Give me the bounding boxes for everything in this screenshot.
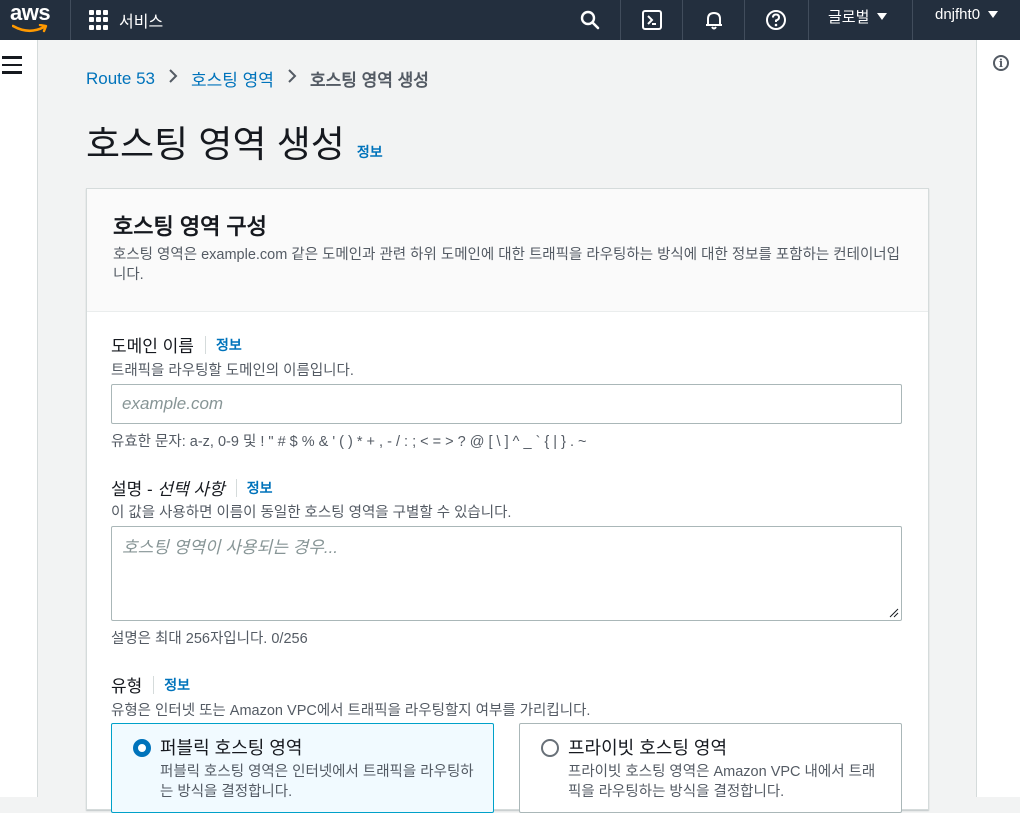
private-hosted-zone-description: 프라이빗 호스팅 영역은 Amazon VPC 내에서 트래픽을 라우팅하는 방… xyxy=(568,764,876,800)
page-title-text: 호스팅 영역 생성 xyxy=(86,124,345,165)
type-info-link[interactable]: 정보 xyxy=(164,675,190,695)
page-info-link[interactable]: 정보 xyxy=(357,142,383,162)
description-info-link[interactable]: 정보 xyxy=(247,478,273,498)
panel-title: 호스팅 영역 구성 xyxy=(113,214,267,239)
caret-down-icon xyxy=(877,13,888,20)
domain-name-info-link[interactable]: 정보 xyxy=(216,335,242,355)
topbar-separator xyxy=(808,0,809,40)
public-hosted-zone-description: 퍼블릭 호스팅 영역은 인터넷에서 트래픽을 라우팅하는 방식을 결정합니다. xyxy=(160,764,474,800)
notifications-button[interactable] xyxy=(698,4,730,36)
description-optional-label: 선택 사항 xyxy=(157,480,225,499)
page-title: 호스팅 영역 생성 정보 xyxy=(86,114,383,168)
username-label: dnjfht0 xyxy=(935,6,981,23)
topbar-separator xyxy=(912,0,913,40)
private-hosted-zone-title: 프라이빗 호스팅 영역 xyxy=(568,738,728,758)
panel-header: 호스팅 영역 구성 호스팅 영역은 example.com 같은 도메인과 관련… xyxy=(87,189,928,312)
type-description: 유형은 인터넷 또는 Amazon VPC에서 트래픽을 라우팅할지 여부를 가… xyxy=(111,703,591,719)
breadcrumb-hosted-zones[interactable]: 호스팅 영역 xyxy=(191,66,274,91)
services-label: 서비스 xyxy=(119,14,164,31)
resize-handle-icon[interactable] xyxy=(889,608,899,618)
domain-name-label: 도메인 이름 xyxy=(111,337,194,356)
label-divider xyxy=(235,478,237,497)
aws-logo[interactable]: aws xyxy=(6,0,51,36)
aws-logo-text: aws xyxy=(10,0,51,25)
help-button[interactable] xyxy=(760,4,792,36)
left-navigation-drawer xyxy=(0,40,38,797)
private-hosted-zone-option[interactable]: 프라이빗 호스팅 영역 프라이빗 호스팅 영역은 Amazon VPC 내에서 … xyxy=(519,723,902,813)
topbar-separator xyxy=(620,0,621,40)
topbar-separator xyxy=(744,0,745,40)
breadcrumb: Route 53 호스팅 영역 호스팅 영역 생성 xyxy=(86,66,429,91)
menu-icon[interactable] xyxy=(2,56,22,79)
domain-name-input[interactable] xyxy=(112,385,901,423)
type-label-row: 유형 정보 xyxy=(111,672,190,697)
chevron-right-icon xyxy=(168,68,178,89)
description-label: 설명 - 선택 사항 xyxy=(111,480,225,499)
cloudshell-icon xyxy=(642,10,662,30)
label-divider xyxy=(153,675,155,694)
description-textarea-wrapper xyxy=(111,526,902,621)
public-hosted-zone-title: 퍼블릭 호스팅 영역 xyxy=(160,738,303,758)
description-label-row: 설명 - 선택 사항 정보 xyxy=(111,475,272,500)
domain-name-description: 트래픽을 라우팅할 도메인의 이름입니다. xyxy=(111,363,354,379)
apps-grid-icon xyxy=(89,10,109,30)
bell-icon xyxy=(706,12,722,30)
search-button[interactable] xyxy=(574,4,606,36)
topbar-separator xyxy=(682,0,683,40)
aws-smile-icon xyxy=(12,24,48,33)
breadcrumb-route53[interactable]: Route 53 xyxy=(86,69,155,89)
domain-name-input-wrapper xyxy=(111,384,902,424)
public-hosted-zone-option[interactable]: 퍼블릭 호스팅 영역 퍼블릭 호스팅 영역은 인터넷에서 트래픽을 라우팅하는 … xyxy=(111,723,494,813)
radio-unselected-icon[interactable] xyxy=(541,739,559,757)
caret-down-icon xyxy=(988,11,999,18)
type-label: 유형 xyxy=(111,677,143,696)
region-label: 글로벌 xyxy=(828,9,870,26)
description-constraint: 설명은 최대 256자입니다. 0/256 xyxy=(111,631,308,647)
help-icon xyxy=(766,10,786,30)
panel-description: 호스팅 영역은 example.com 같은 도메인과 관련 하위 도메인에 대… xyxy=(113,247,900,283)
region-selector[interactable]: 글로벌 xyxy=(828,6,888,27)
label-divider xyxy=(204,335,206,354)
radio-selected-icon[interactable] xyxy=(133,739,151,757)
domain-name-label-row: 도메인 이름 정보 xyxy=(111,332,242,357)
info-icon[interactable]: i xyxy=(993,55,1009,71)
description-field-description: 이 값을 사용하면 이름이 동일한 호스팅 영역을 구별할 수 있습니다. xyxy=(111,505,512,521)
top-navigation-bar: aws 서비스 글로벌 dnjfht0 xyxy=(0,0,1020,40)
description-textarea[interactable] xyxy=(112,527,901,620)
cloudshell-button[interactable] xyxy=(636,4,668,36)
domain-name-constraint: 유효한 문자: a-z, 0-9 및 ! " # $ % & ' ( ) * +… xyxy=(111,434,587,450)
tools-drawer: i xyxy=(976,40,1020,797)
services-menu-button[interactable]: 서비스 xyxy=(89,3,163,37)
account-menu[interactable]: dnjfht0 xyxy=(935,6,999,23)
breadcrumb-current: 호스팅 영역 생성 xyxy=(309,71,429,90)
topbar-separator xyxy=(70,0,71,40)
chevron-right-icon xyxy=(287,68,297,89)
search-icon xyxy=(580,10,600,30)
